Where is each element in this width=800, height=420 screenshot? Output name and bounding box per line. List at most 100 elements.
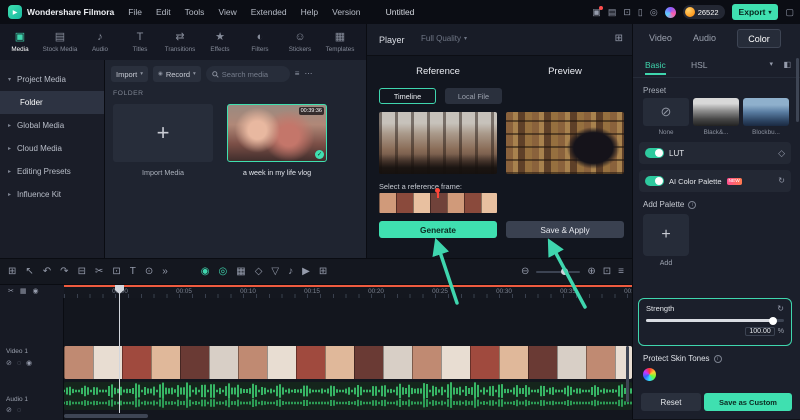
add-track-icon[interactable]: ▦ bbox=[20, 288, 27, 295]
shortcuts-icon[interactable]: ▤ bbox=[608, 7, 617, 17]
zoom-out-icon[interactable]: ⊖ bbox=[521, 266, 529, 277]
menu-help[interactable]: Help bbox=[301, 7, 318, 17]
keyframe-icon[interactable]: ◇ bbox=[255, 266, 263, 277]
more-tools-icon[interactable]: » bbox=[162, 266, 168, 277]
strength-slider-thumb[interactable] bbox=[768, 316, 777, 325]
tab-timeline-source[interactable]: Timeline bbox=[379, 88, 436, 104]
vip-badge-icon[interactable] bbox=[664, 6, 676, 18]
strength-slider[interactable] bbox=[646, 316, 784, 325]
tab-audio[interactable]: ♪ Audio bbox=[80, 24, 120, 60]
search-media-box[interactable] bbox=[205, 66, 290, 82]
chroma-key-icon[interactable]: ◎ bbox=[219, 266, 228, 277]
preset-black-white[interactable] bbox=[693, 98, 739, 126]
menu-file[interactable]: File bbox=[128, 7, 142, 17]
more-options-icon[interactable]: ⋯ bbox=[304, 70, 312, 78]
preview-grid-icon[interactable]: ▦ bbox=[236, 266, 245, 277]
fit-timeline-icon[interactable]: ⊡ bbox=[603, 266, 611, 277]
add-palette-tile[interactable]: + bbox=[643, 214, 689, 256]
media-clip-thumbnail[interactable]: 00:39:36 ✓ bbox=[227, 104, 327, 162]
timeline-ruler[interactable]: 00:00 00:05 00:10 00:15 00:20 00:25 00:3… bbox=[64, 285, 632, 298]
menu-tools[interactable]: Tools bbox=[185, 7, 205, 17]
quick-split-icon[interactable]: ✂ bbox=[8, 288, 14, 295]
record-button[interactable]: ◉ Record ▾ bbox=[153, 66, 201, 82]
save-as-custom-button[interactable]: Save as Custom bbox=[704, 393, 792, 411]
search-input[interactable] bbox=[221, 69, 282, 79]
gift-icon[interactable]: ▣ bbox=[592, 5, 603, 17]
tab-templates[interactable]: ▦ Templates bbox=[320, 24, 360, 60]
import-media-tile[interactable]: + bbox=[113, 104, 213, 162]
tab-audio[interactable]: Audio bbox=[693, 33, 716, 43]
tab-local-file-source[interactable]: Local File bbox=[445, 88, 502, 104]
layout-icon[interactable]: ▢ bbox=[785, 7, 794, 17]
generate-button[interactable]: Generate bbox=[379, 221, 497, 238]
marker-icon[interactable]: ▽ bbox=[271, 266, 279, 277]
skin-tone-picker-icon[interactable] bbox=[643, 368, 656, 381]
reference-filmstrip[interactable] bbox=[379, 188, 497, 213]
pointer-tool-icon[interactable]: ↖ bbox=[25, 266, 33, 277]
manage-tracks-icon[interactable]: ≡ bbox=[618, 266, 624, 277]
sidebar-item-cloud-media[interactable]: ▸ Cloud Media bbox=[0, 137, 104, 160]
lock-track-icon[interactable]: ⊘ bbox=[6, 407, 12, 414]
ai-palette-toggle[interactable] bbox=[645, 176, 664, 186]
compare-icon[interactable]: ◧ bbox=[783, 61, 791, 69]
sidebar-item-influence-kit[interactable]: ▸ Influence Kit bbox=[0, 183, 104, 206]
video-clip[interactable] bbox=[64, 346, 632, 379]
sidebar-item-global-media[interactable]: ▸ Global Media bbox=[0, 114, 104, 137]
timeline-horizontal-scrollbar[interactable] bbox=[64, 414, 148, 418]
reset-button[interactable]: Reset bbox=[641, 393, 701, 411]
mute-track-icon[interactable]: ◌ bbox=[17, 360, 21, 367]
filter-icon[interactable]: ≡ bbox=[295, 70, 300, 78]
strength-value[interactable]: 100.00 bbox=[745, 327, 775, 336]
quality-dropdown[interactable]: Full Quality ▾ bbox=[421, 34, 467, 43]
snap-icon[interactable]: ⊞ bbox=[319, 266, 327, 277]
undo-icon[interactable]: ↶ bbox=[43, 266, 51, 277]
zoom-in-icon[interactable]: ⊕ bbox=[587, 266, 595, 277]
audio-clip[interactable] bbox=[64, 382, 632, 410]
tab-color[interactable]: Color bbox=[737, 29, 781, 48]
import-button[interactable]: Import ▾ bbox=[111, 66, 149, 82]
bell-icon[interactable]: ◎ bbox=[650, 7, 658, 17]
tab-transitions[interactable]: ⇄ Transitions bbox=[160, 24, 200, 60]
preset-blockbuster[interactable] bbox=[743, 98, 789, 126]
redo-icon[interactable]: ↷ bbox=[60, 266, 68, 277]
tab-effects[interactable]: ★ Effects bbox=[200, 24, 240, 60]
media-menu-icon[interactable]: ⊞ bbox=[8, 266, 16, 277]
voiceover-icon[interactable]: ♪ bbox=[288, 266, 293, 277]
speed-icon[interactable]: ⊙ bbox=[145, 266, 153, 277]
text-tool-icon[interactable]: T bbox=[130, 266, 136, 277]
collapse-chevron-icon[interactable]: ▾ bbox=[769, 61, 773, 68]
strength-reset-icon[interactable]: ↻ bbox=[777, 304, 784, 313]
hide-track-icon[interactable]: ◉ bbox=[26, 360, 32, 367]
lut-library-icon[interactable]: ◇ bbox=[778, 148, 785, 158]
lock-track-icon[interactable]: ⊘ bbox=[6, 360, 12, 367]
menu-extended[interactable]: Extended bbox=[251, 7, 287, 17]
tab-stickers[interactable]: ☺ Stickers bbox=[280, 24, 320, 60]
playhead[interactable] bbox=[119, 285, 120, 413]
menu-version[interactable]: Version bbox=[332, 7, 360, 17]
multiview-icon[interactable]: ⊞ bbox=[615, 34, 623, 44]
zoom-slider-thumb[interactable] bbox=[560, 268, 568, 275]
target-track-icon[interactable]: ◉ bbox=[33, 288, 39, 295]
phone-icon[interactable]: ▯ bbox=[638, 7, 643, 17]
sidebar-item-folder[interactable]: Folder bbox=[0, 91, 104, 114]
mode-basic-tab[interactable]: Basic bbox=[645, 60, 666, 75]
tracks-vertical-scrollbar[interactable] bbox=[626, 346, 629, 402]
menu-view[interactable]: View bbox=[218, 7, 236, 17]
tab-titles[interactable]: T Titles bbox=[120, 24, 160, 60]
export-button[interactable]: Export ▾ bbox=[731, 4, 779, 20]
tab-filters[interactable]: ◐ Filters bbox=[240, 24, 280, 60]
save-apply-button[interactable]: Save & Apply bbox=[506, 221, 624, 238]
preset-none[interactable]: ⊘ bbox=[643, 98, 689, 126]
render-preview-icon[interactable]: ▶ bbox=[302, 266, 310, 277]
lut-toggle[interactable] bbox=[645, 148, 664, 158]
mute-track-icon[interactable]: ◌ bbox=[17, 407, 21, 414]
split-icon[interactable]: ✂ bbox=[95, 266, 103, 277]
tab-stock-media[interactable]: ▤ Stock Media bbox=[40, 24, 80, 60]
reference-frame-marker[interactable] bbox=[435, 188, 440, 198]
zoom-slider[interactable] bbox=[536, 268, 581, 275]
menu-edit[interactable]: Edit bbox=[156, 7, 171, 17]
tab-media[interactable]: ▣ Media bbox=[0, 24, 40, 60]
panel-scrollbar[interactable] bbox=[796, 58, 799, 122]
delete-icon[interactable]: ⊟ bbox=[78, 266, 86, 277]
reset-icon[interactable]: ↻ bbox=[778, 177, 785, 185]
